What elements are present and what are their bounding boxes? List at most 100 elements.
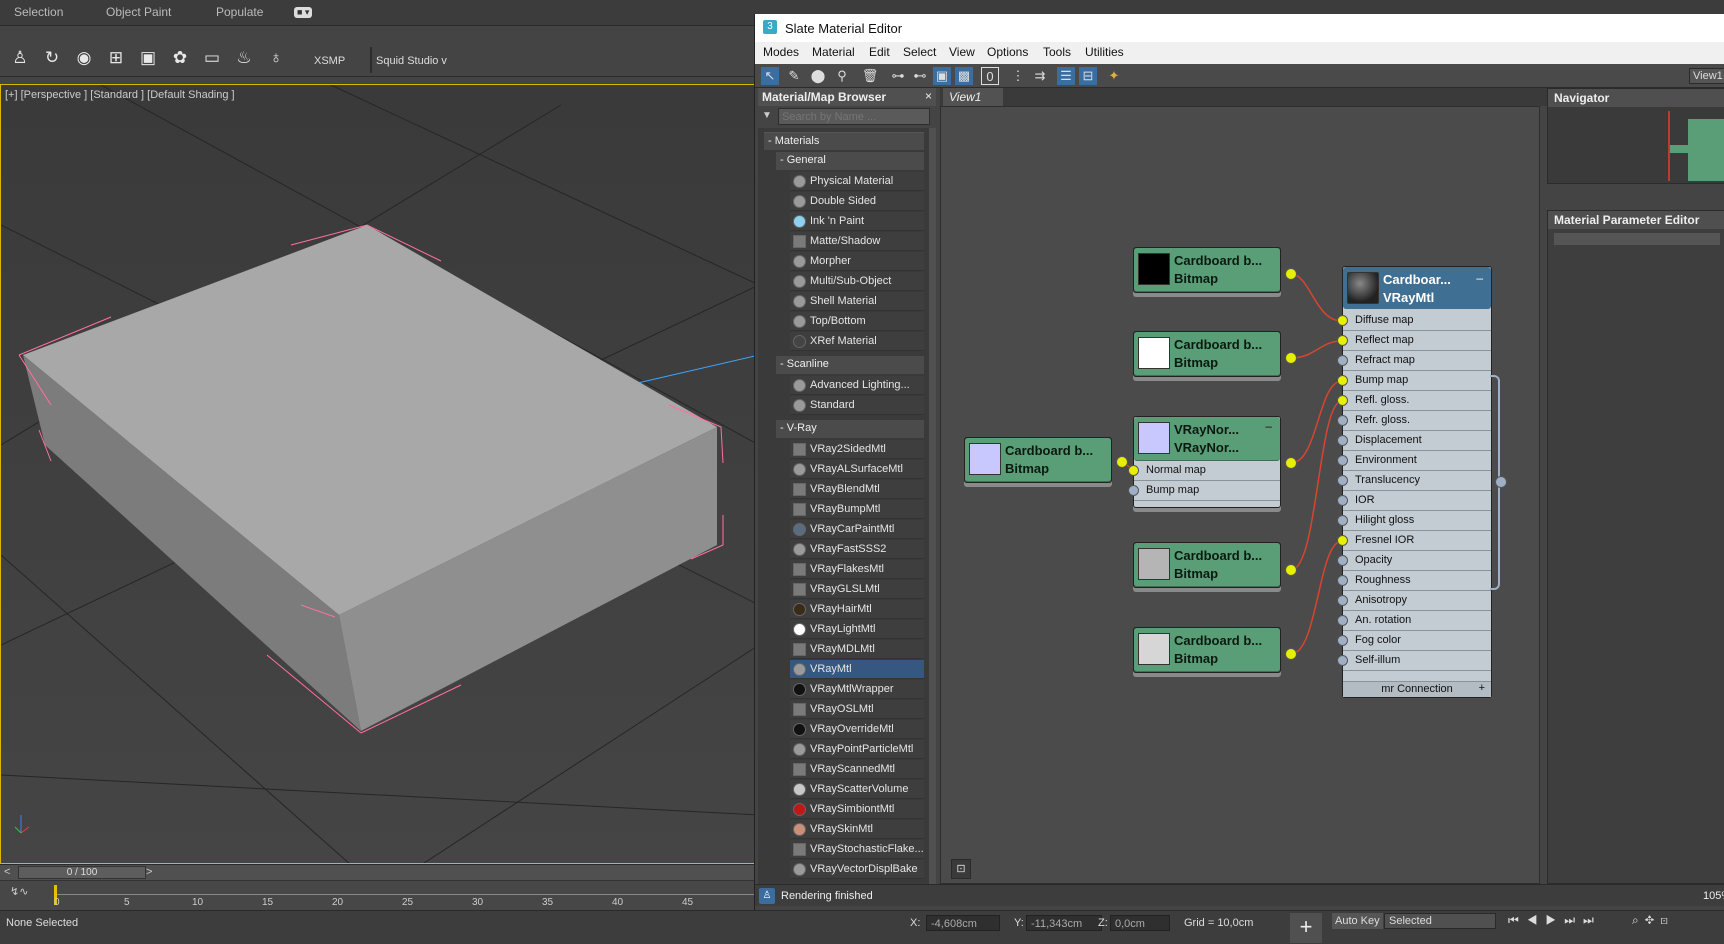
output-socket[interactable]	[1116, 456, 1128, 468]
material-item[interactable]: Matte/Shadow	[790, 232, 924, 251]
render-iterative-icon[interactable]: ✿	[170, 48, 190, 68]
time-next-icon[interactable]: >	[146, 866, 152, 878]
material-item[interactable]: Morpher	[790, 252, 924, 271]
material-item[interactable]: VRayBlendMtl	[790, 480, 924, 499]
time-prev-icon[interactable]: <	[4, 866, 10, 878]
input-socket[interactable]	[1337, 635, 1348, 646]
squid-studio-button[interactable]: Squid Studio v	[376, 55, 447, 67]
ribbon-tab-selection[interactable]: Selection	[14, 5, 63, 19]
select-by-material-icon[interactable]: ✦	[1105, 67, 1123, 85]
delete-icon[interactable]: 🗑	[861, 67, 879, 85]
search-input[interactable]	[778, 108, 930, 125]
material-item[interactable]: VRayMtlWrapper	[790, 680, 924, 699]
material-output-socket[interactable]	[1495, 476, 1507, 488]
slot-ior[interactable]: IOR	[1337, 491, 1491, 511]
material-item[interactable]: Physical Material	[790, 172, 924, 191]
slot-anisotropy[interactable]: Anisotropy	[1337, 591, 1491, 611]
show-background-icon[interactable]: ▩	[955, 67, 973, 85]
slot-self-illum[interactable]: Self-illum	[1337, 651, 1491, 671]
slot-an-rotation[interactable]: An. rotation	[1337, 611, 1491, 631]
window-titlebar[interactable]: 3 Slate Material Editor	[755, 14, 1724, 42]
input-socket[interactable]	[1337, 595, 1348, 606]
render-frame-icon[interactable]: ⊞	[106, 48, 126, 68]
mr-connection-rollout[interactable]: mr Connection +	[1343, 681, 1491, 697]
teapot-icon[interactable]: ♨	[234, 48, 254, 68]
material-item[interactable]: VRayALSurfaceMtl	[790, 460, 924, 479]
material-item[interactable]: VRayCarPaintMtl	[790, 520, 924, 539]
material-item[interactable]: Ink 'n Paint	[790, 212, 924, 231]
add-time-tag-icon[interactable]: +	[1290, 913, 1322, 943]
menu-modes[interactable]: Modes	[763, 45, 799, 59]
input-socket[interactable]	[1337, 315, 1348, 326]
material-item[interactable]: VRayPointParticleMtl	[790, 740, 924, 759]
material-item[interactable]: VRayBumpMtl	[790, 500, 924, 519]
menu-tools[interactable]: Tools	[1043, 45, 1071, 59]
layout-all-icon[interactable]: ⋮	[1009, 67, 1027, 85]
render-setup-icon[interactable]: ♙	[10, 48, 30, 68]
ribbon-tab-populate[interactable]: Populate	[216, 5, 263, 19]
light-icon[interactable]: ♁	[266, 48, 286, 68]
material-item[interactable]: VRayOverrideMtl	[790, 720, 924, 739]
input-socket[interactable]	[1337, 335, 1348, 346]
browser-options-icon[interactable]: ▼	[762, 110, 772, 121]
menu-material[interactable]: Material	[812, 45, 855, 59]
curve-editor-icon[interactable]: ↯∿	[10, 885, 28, 898]
slot-diffuse-map[interactable]: Diffuse map	[1337, 311, 1491, 331]
y-coordinate-field[interactable]: -11,343cm	[1026, 915, 1102, 931]
slot-displacement[interactable]: Displacement	[1337, 431, 1491, 451]
render-production-icon[interactable]: ▣	[138, 48, 158, 68]
slot-fog-color[interactable]: Fog color	[1337, 631, 1491, 651]
playback-controls[interactable]: ⏮◀▶⏭⏭	[1508, 913, 1602, 928]
ribbon-toggle-icon[interactable]: ■ ▾	[294, 7, 313, 18]
group-vray[interactable]: - V-Ray	[776, 420, 924, 438]
group-scanline[interactable]: - Scanline	[776, 356, 924, 374]
material-item[interactable]: VRayLightMtl	[790, 620, 924, 639]
slot-refr-gloss[interactable]: Refr. gloss.	[1337, 411, 1491, 431]
sample-uv-icon[interactable]: 0	[981, 67, 999, 85]
input-socket[interactable]	[1337, 355, 1348, 366]
input-socket[interactable]	[1337, 535, 1348, 546]
material-item[interactable]: VRayVectorDisplBake	[790, 860, 924, 879]
viewport-render-icon[interactable]: ▭	[202, 48, 222, 68]
slot-normal-map[interactable]: Normal map	[1128, 461, 1280, 481]
input-socket[interactable]	[1337, 655, 1348, 666]
viewport-label[interactable]: [+] [Perspective ] [Standard ] [Default …	[5, 89, 235, 101]
bitmap-node-reflect[interactable]: Cardboard b... Bitmap	[1133, 331, 1281, 377]
slot-opacity[interactable]: Opacity	[1337, 551, 1491, 571]
collapse-icon[interactable]: -	[768, 135, 775, 147]
group-general[interactable]: - General	[776, 152, 924, 170]
slot-refl-gloss[interactable]: Refl. gloss.	[1337, 391, 1491, 411]
output-socket[interactable]	[1285, 648, 1297, 660]
input-socket[interactable]	[1337, 375, 1348, 386]
material-item[interactable]: XRef Material	[790, 332, 924, 351]
parameter-editor-field[interactable]	[1554, 233, 1720, 245]
input-socket[interactable]	[1128, 465, 1139, 476]
slot-roughness[interactable]: Roughness	[1337, 571, 1491, 591]
vraynormal-node[interactable]: VRayNor... VRayNor... – Normal map Bump …	[1128, 416, 1281, 508]
view-dropdown[interactable]: View1	[1689, 68, 1724, 84]
material-item[interactable]: Advanced Lighting...	[790, 376, 924, 395]
output-socket[interactable]	[1285, 564, 1297, 576]
input-socket[interactable]	[1337, 415, 1348, 426]
xsmp-button[interactable]: XSMP	[314, 55, 345, 67]
material-item[interactable]: VRayMtl	[790, 660, 924, 679]
input-socket[interactable]	[1337, 575, 1348, 586]
select-tool-icon[interactable]: ↖	[761, 67, 779, 85]
input-socket[interactable]	[1337, 435, 1348, 446]
material-item[interactable]: VRaySimbiontMtl	[790, 800, 924, 819]
material-item[interactable]: VRayFlakesMtl	[790, 560, 924, 579]
material-item[interactable]: VRaySkinMtl	[790, 820, 924, 839]
slot-fresnel-ior[interactable]: Fresnel IOR	[1337, 531, 1491, 551]
slot-bump-map[interactable]: Bump map	[1337, 371, 1491, 391]
slot-reflect-map[interactable]: Reflect map	[1337, 331, 1491, 351]
material-editor-icon[interactable]: ◉	[74, 48, 94, 68]
input-socket[interactable]	[1128, 485, 1139, 496]
slot-environment[interactable]: Environment	[1337, 451, 1491, 471]
input-socket[interactable]	[1337, 395, 1348, 406]
material-item[interactable]: VRayHairMtl	[790, 600, 924, 619]
collapse-icon[interactable]: –	[1476, 271, 1483, 285]
refresh-icon[interactable]: ↻	[42, 48, 62, 68]
material-browser-toggle-icon[interactable]: ☰	[1057, 67, 1075, 85]
menu-select[interactable]: Select	[903, 45, 936, 59]
category-materials[interactable]: - Materials	[764, 132, 924, 150]
